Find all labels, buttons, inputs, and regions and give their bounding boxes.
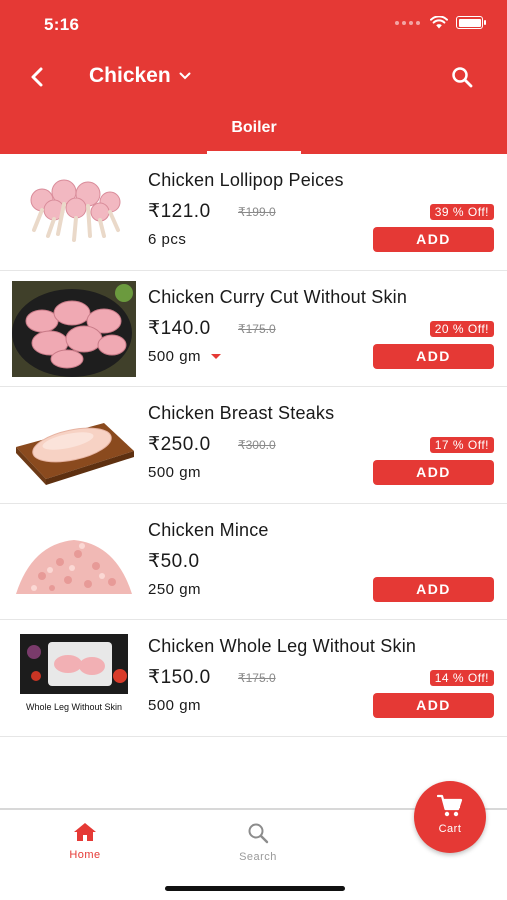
page-title: Chicken (89, 64, 171, 87)
nav-search[interactable]: Search (213, 822, 303, 863)
chicken-curry-cut-image (12, 280, 136, 377)
add-button[interactable]: ADD (373, 576, 494, 602)
discount-badge: 39 % Off! (429, 204, 494, 220)
quantity-text: 6 pcs (148, 231, 187, 248)
product-quantity: 500 gm (148, 697, 201, 714)
product-price: ₹150.0 (148, 667, 211, 688)
product-name: Chicken Lollipop Peices (148, 170, 344, 190)
tab-boiler[interactable]: Boiler (207, 112, 301, 154)
product-row[interactable]: Chicken Curry Cut Without Skin ₹140.0 ₹1… (0, 271, 507, 387)
discount-badge: 17 % Off! (429, 437, 494, 453)
search-icon (248, 823, 269, 844)
product-price: ₹140.0 (148, 317, 211, 339)
chicken-lollipop-image (12, 164, 136, 260)
product-list: Chicken Lollipop Peices ₹121.0 ₹199.0 39… (0, 154, 507, 737)
chicken-breast-image (12, 397, 136, 493)
product-name: Chicken Mince (148, 519, 269, 540)
cart-label: Cart (438, 823, 462, 835)
app-header: 5:16 Chicken Boiler (0, 0, 507, 154)
add-button[interactable]: ADD (373, 343, 494, 369)
back-button[interactable] (22, 62, 52, 92)
product-mrp: ₹175.0 (238, 321, 276, 336)
product-name: Chicken Curry Cut Without Skin (148, 286, 408, 307)
quantity-text: 250 gm (148, 580, 202, 598)
product-quantity[interactable]: 500 gm (148, 347, 222, 365)
cart-button[interactable]: Cart (414, 781, 486, 853)
home-icon (74, 823, 96, 841)
product-mrp: ₹300.0 (238, 438, 276, 452)
image-caption: Whole Leg Without Skin (26, 702, 122, 712)
nav-home-label: Home (69, 849, 101, 861)
chicken-whole-leg-image: Whole Leg Without Skin (12, 630, 136, 726)
product-mrp: ₹175.0 (238, 671, 276, 685)
tab-label: Boiler (231, 119, 277, 136)
chevron-down-icon (179, 72, 191, 80)
header-search-button[interactable] (447, 62, 477, 92)
product-row[interactable]: Chicken Lollipop Peices ₹121.0 ₹199.0 39… (0, 154, 507, 271)
dropdown-caret-icon[interactable] (211, 353, 222, 359)
search-icon (452, 67, 473, 88)
product-price: ₹121.0 (148, 201, 211, 222)
quantity-text: 500 gm (148, 347, 202, 365)
status-time: 5:16 (44, 15, 80, 34)
signal-dots-icon (395, 20, 420, 25)
product-quantity: 500 gm (148, 464, 201, 481)
add-button[interactable]: ADD (373, 693, 494, 718)
discount-badge: 20 % Off! (429, 320, 494, 337)
status-icons (395, 16, 486, 29)
category-selector[interactable]: Chicken (89, 64, 191, 88)
nav-search-label: Search (239, 851, 277, 863)
product-mrp: ₹199.0 (238, 205, 276, 219)
product-row[interactable]: Chicken Mince ₹50.0 250 gm ADD (0, 504, 507, 620)
product-price: ₹50.0 (148, 550, 200, 572)
product-name: Chicken Breast Steaks (148, 403, 335, 423)
home-indicator (165, 886, 345, 891)
product-quantity: 250 gm (148, 581, 201, 598)
back-arrow-icon (31, 67, 43, 87)
product-row[interactable]: Whole Leg Without Skin Chicken Whole Leg… (0, 620, 507, 737)
product-quantity: 6 pcs (148, 231, 186, 248)
discount-badge: 14 % Off! (429, 670, 494, 686)
add-button[interactable]: ADD (373, 227, 494, 252)
product-price: ₹250.0 (148, 434, 211, 455)
cart-icon (436, 794, 463, 817)
product-name: Chicken Whole Leg Without Skin (148, 636, 417, 656)
add-button[interactable]: ADD (373, 460, 494, 485)
nav-home[interactable]: Home (40, 822, 130, 861)
battery-icon (456, 16, 486, 29)
product-row[interactable]: Chicken Breast Steaks ₹250.0 ₹300.0 17 %… (0, 387, 507, 504)
chicken-mince-image (12, 513, 136, 610)
wifi-icon (430, 16, 448, 29)
quantity-text: 500 gm (148, 697, 202, 714)
quantity-text: 500 gm (148, 464, 202, 481)
